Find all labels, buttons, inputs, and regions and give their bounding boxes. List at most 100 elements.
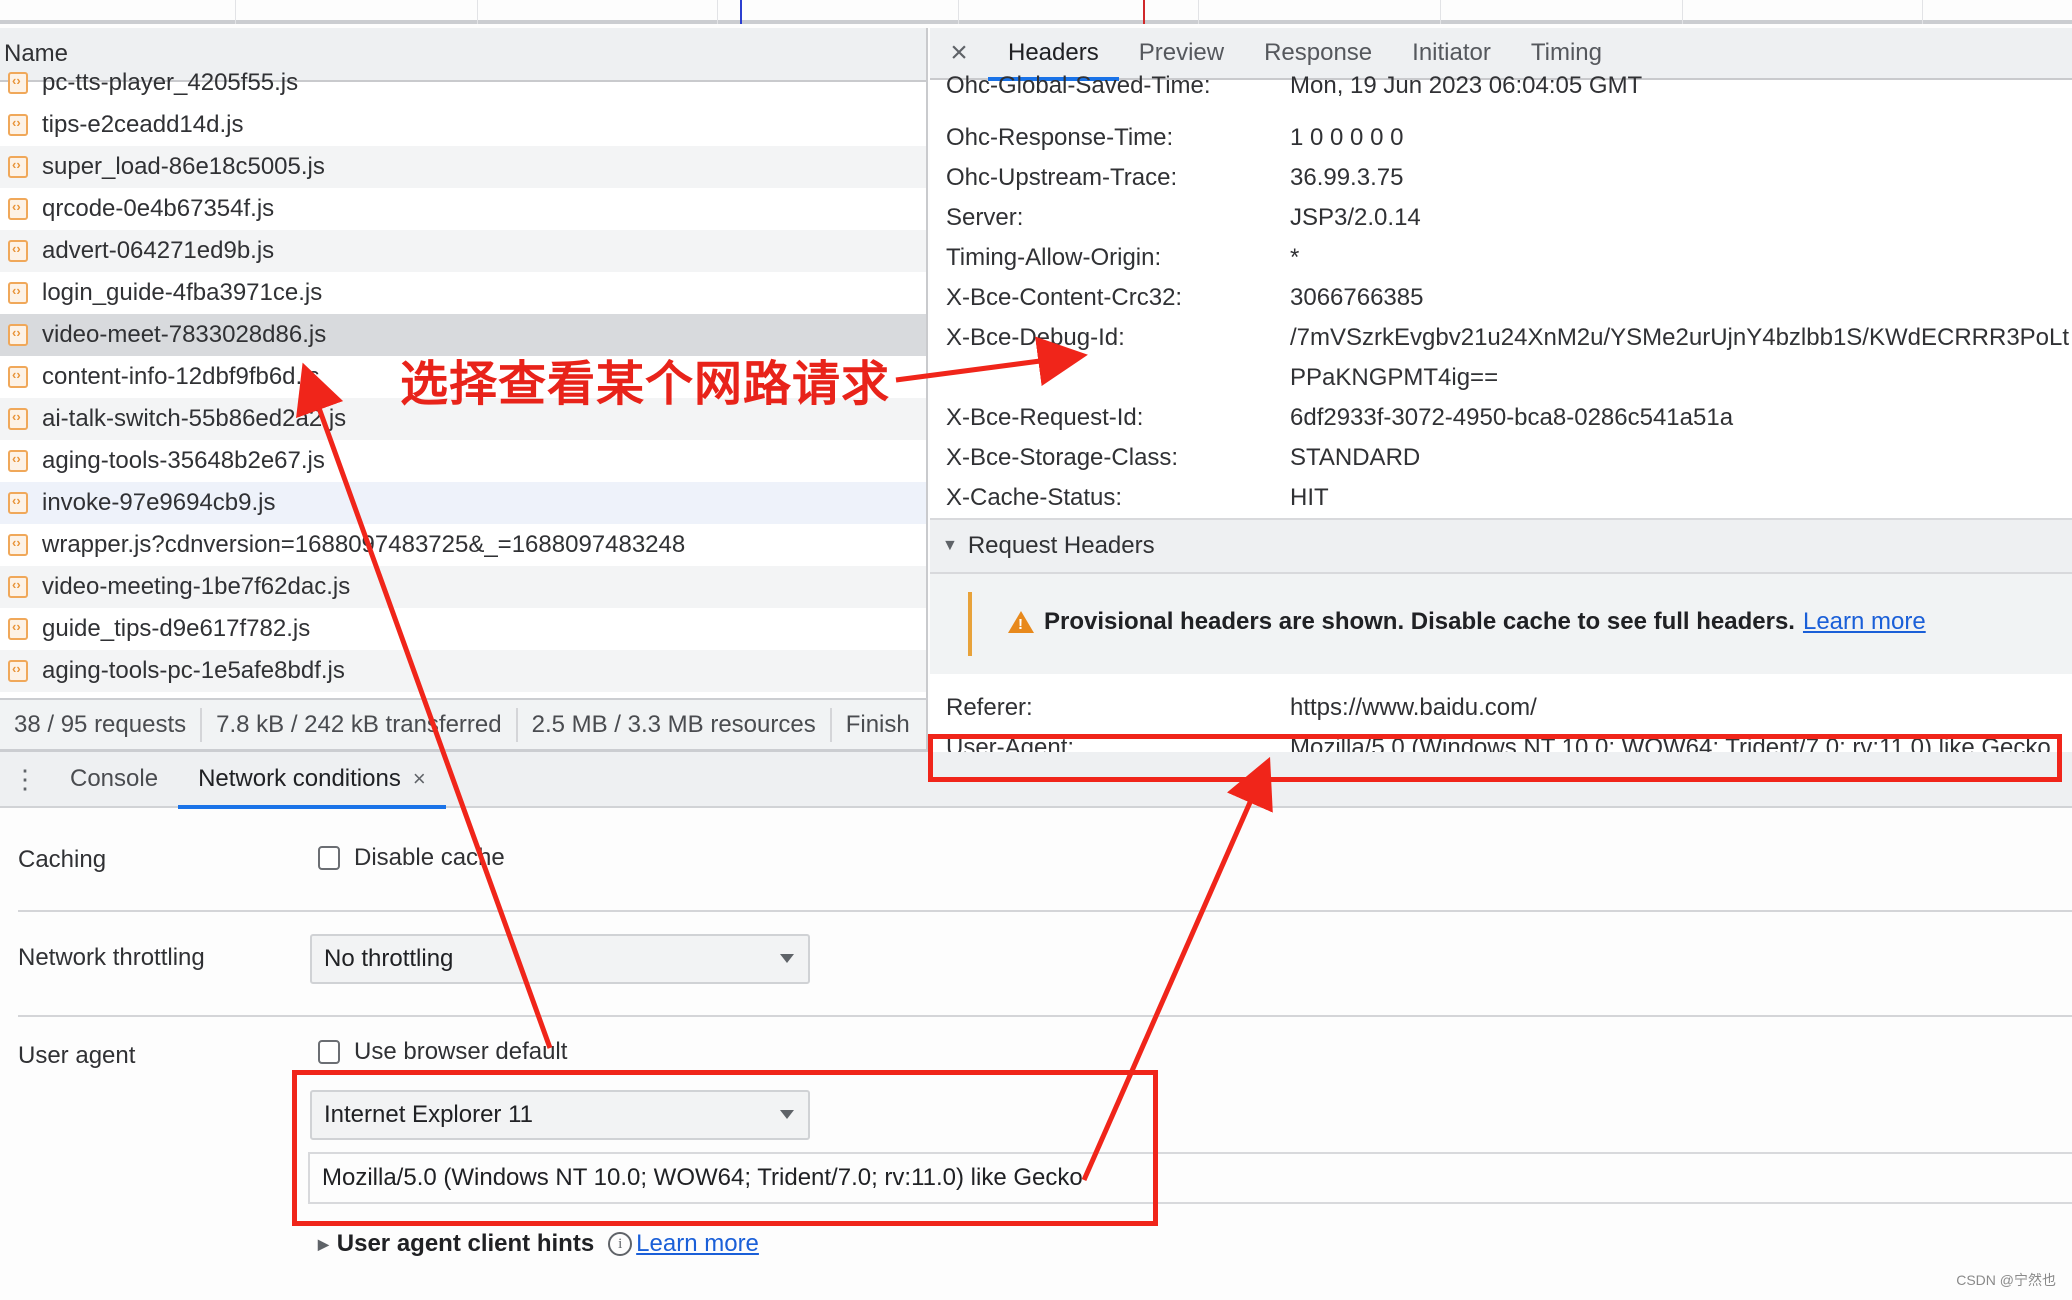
request-row[interactable]: video-meeting-1be7f62dac.js: [0, 566, 926, 608]
script-file-icon: [8, 72, 28, 94]
user-agent-select[interactable]: Internet Explorer 11: [310, 1090, 810, 1140]
header-key: X-Bce-Storage-Class:: [946, 444, 1179, 471]
network-summary-bar: 38 / 95 requests 7.8 kB / 242 kB transfe…: [0, 698, 928, 752]
header-key: Ohc-Response-Time:: [946, 124, 1174, 151]
info-icon: i: [608, 1232, 633, 1256]
timeline-gridline: [235, 0, 236, 24]
request-row[interactable]: invoke-97e9694cb9.js: [0, 482, 926, 524]
watermark: CSDN @宁然也: [1956, 1272, 2056, 1288]
request-name: advert-064271ed9b.js: [42, 237, 275, 264]
checkbox-box[interactable]: [318, 846, 340, 870]
request-name: wrapper.js?cdnversion=1688097483725&_=16…: [42, 531, 686, 558]
script-file-icon: [8, 576, 28, 598]
request-headers-section-toggle[interactable]: ▼ Request Headers: [930, 518, 2072, 574]
timeline-gridline: [1198, 0, 1199, 24]
network-timeline-overview[interactable]: [0, 0, 2072, 24]
header-value: Mozilla/5.0 (Windows NT 10.0; WOW64; Tri…: [1290, 734, 2051, 754]
request-row[interactable]: super_load-86e18c5005.js: [0, 146, 926, 188]
network-conditions-panel: Caching Disable cache Network throttling…: [0, 810, 2072, 1300]
request-name: aging-tools-pc-1e5afe8bdf.js: [42, 657, 345, 684]
request-row[interactable]: aging-tools-pc-1e5afe8bdf.js: [0, 650, 926, 692]
script-file-icon: [8, 660, 28, 682]
disable-cache-label: Disable cache: [354, 844, 505, 871]
header-key: Ohc-Upstream-Trace:: [946, 164, 1178, 191]
request-name: video-meeting-1be7f62dac.js: [42, 573, 351, 600]
throttling-label: Network throttling: [18, 944, 205, 971]
request-row[interactable]: pc-tts-player_4205f55.js: [0, 62, 926, 104]
script-file-icon: [8, 240, 28, 262]
response-header-row: X-Bce-Storage-Class: STANDARD: [946, 438, 2072, 478]
user-agent-client-hints-toggle[interactable]: ▶ User agent client hints i Learn more: [318, 1230, 759, 1258]
request-detail-panel: × Headers Preview Response Initiator Tim…: [930, 28, 2072, 754]
request-row[interactable]: wrapper.js?cdnversion=1688097483725&_=16…: [0, 524, 926, 566]
request-header-row-user-agent: User-Agent: Mozilla/5.0 (Windows NT 10.0…: [946, 728, 2072, 754]
warning-accent-bar: [968, 592, 972, 656]
close-tab-icon[interactable]: ×: [413, 766, 426, 791]
script-file-icon: [8, 366, 28, 388]
request-row[interactable]: tips-e2ceadd14d.js: [0, 104, 926, 146]
header-key: Timing-Allow-Origin:: [946, 244, 1162, 271]
load-event-marker: [1143, 0, 1145, 24]
header-key: X-Bce-Content-Crc32:: [946, 284, 1183, 311]
request-name: pc-tts-player_4205f55.js: [42, 69, 299, 96]
request-row[interactable]: guide_tips-d9e617f782.js: [0, 608, 926, 650]
request-row[interactable]: aging-tools-35648b2e67.js: [0, 440, 926, 482]
drawer-tab-network-conditions[interactable]: Network conditions ×: [178, 751, 446, 809]
finish-time: Finish: [845, 710, 910, 738]
request-name: aging-tools-35648b2e67.js: [42, 447, 325, 474]
script-file-icon: [8, 450, 28, 472]
throttling-select[interactable]: No throttling: [310, 934, 810, 984]
drawer-tab-console[interactable]: Console: [50, 751, 178, 807]
drawer-tab-bar: ⋮ Console Network conditions ×: [0, 751, 2072, 809]
request-name: login_guide-4fba3971ce.js: [42, 279, 323, 306]
timeline-gridline: [717, 0, 718, 24]
request-name: ai-talk-switch-55b86ed2a2.js: [42, 405, 347, 432]
caching-label: Caching: [18, 846, 107, 873]
request-name: invoke-97e9694cb9.js: [42, 489, 276, 516]
header-value: PPaKNGPMT4ig==: [1290, 364, 1499, 391]
expand-triangle-icon: ▶: [318, 1235, 329, 1252]
script-file-icon: [8, 282, 28, 304]
request-headers-title: Request Headers: [967, 532, 1155, 559]
request-row[interactable]: video-meet-7833028d86.js: [0, 314, 926, 356]
response-header-row: X-Cache-Status: HIT: [946, 478, 2072, 518]
script-file-icon: [8, 408, 28, 430]
learn-more-link[interactable]: Learn more: [1803, 608, 1926, 636]
request-row[interactable]: qrcode-0e4b67354f.js: [0, 188, 926, 230]
divider: [18, 1015, 2072, 1017]
disable-cache-checkbox[interactable]: Disable cache: [318, 844, 505, 872]
request-row[interactable]: advert-064271ed9b.js: [0, 230, 926, 272]
response-header-row: Ohc-Upstream-Trace: 36.99.3.75: [946, 158, 2072, 198]
script-file-icon: [8, 618, 28, 640]
request-row[interactable]: content-info-12dbf9fb6d.js: [0, 356, 926, 398]
checkbox-box[interactable]: [318, 1040, 340, 1064]
user-agent-input-value: Mozilla/5.0 (Windows NT 10.0; WOW64; Tri…: [322, 1164, 1083, 1191]
timeline-gridline: [958, 0, 959, 24]
request-header-row: Referer: https://www.baidu.com/: [946, 688, 2072, 728]
script-file-icon: [8, 492, 28, 514]
request-name: qrcode-0e4b67354f.js: [42, 195, 275, 222]
close-icon[interactable]: ×: [930, 36, 988, 70]
response-header-row: Ohc-Global-Saved-Time: Mon, 19 Jun 2023 0…: [946, 66, 2072, 106]
user-agent-label: User agent: [18, 1042, 136, 1069]
script-file-icon: [8, 198, 28, 220]
client-hints-learn-more-link[interactable]: Learn more: [636, 1230, 759, 1258]
throttling-selected-value: No throttling: [324, 945, 454, 972]
warning-icon: [1008, 611, 1034, 633]
user-agent-input[interactable]: Mozilla/5.0 (Windows NT 10.0; WOW64; Tri…: [308, 1152, 2072, 1204]
header-value: *: [1290, 244, 1300, 271]
response-header-row: Timing-Allow-Origin: *: [946, 238, 2072, 278]
more-menu-icon[interactable]: ⋮: [0, 764, 50, 795]
chevron-down-icon: [780, 1110, 794, 1119]
header-value: /7mVSzrkEvgbv21u24XnM2u/YSMe2urUjnY4bzlb…: [1290, 324, 2070, 351]
timeline-gridline: [477, 0, 478, 24]
header-key: X-Bce-Request-Id:: [946, 404, 1144, 431]
client-hints-label: User agent client hints: [336, 1230, 595, 1257]
transferred-size: 7.8 kB / 242 kB transferred: [202, 707, 518, 742]
request-row[interactable]: login_guide-4fba3971ce.js: [0, 272, 926, 314]
header-key: User-Agent:: [946, 734, 1075, 754]
use-browser-default-checkbox[interactable]: Use browser default: [318, 1038, 567, 1066]
request-row[interactable]: ai-talk-switch-55b86ed2a2.js: [0, 398, 926, 440]
dom-content-loaded-marker: [740, 0, 742, 24]
header-value: 6df2933f-3072-4950-bca8-0286c541a51a: [1290, 404, 1734, 431]
